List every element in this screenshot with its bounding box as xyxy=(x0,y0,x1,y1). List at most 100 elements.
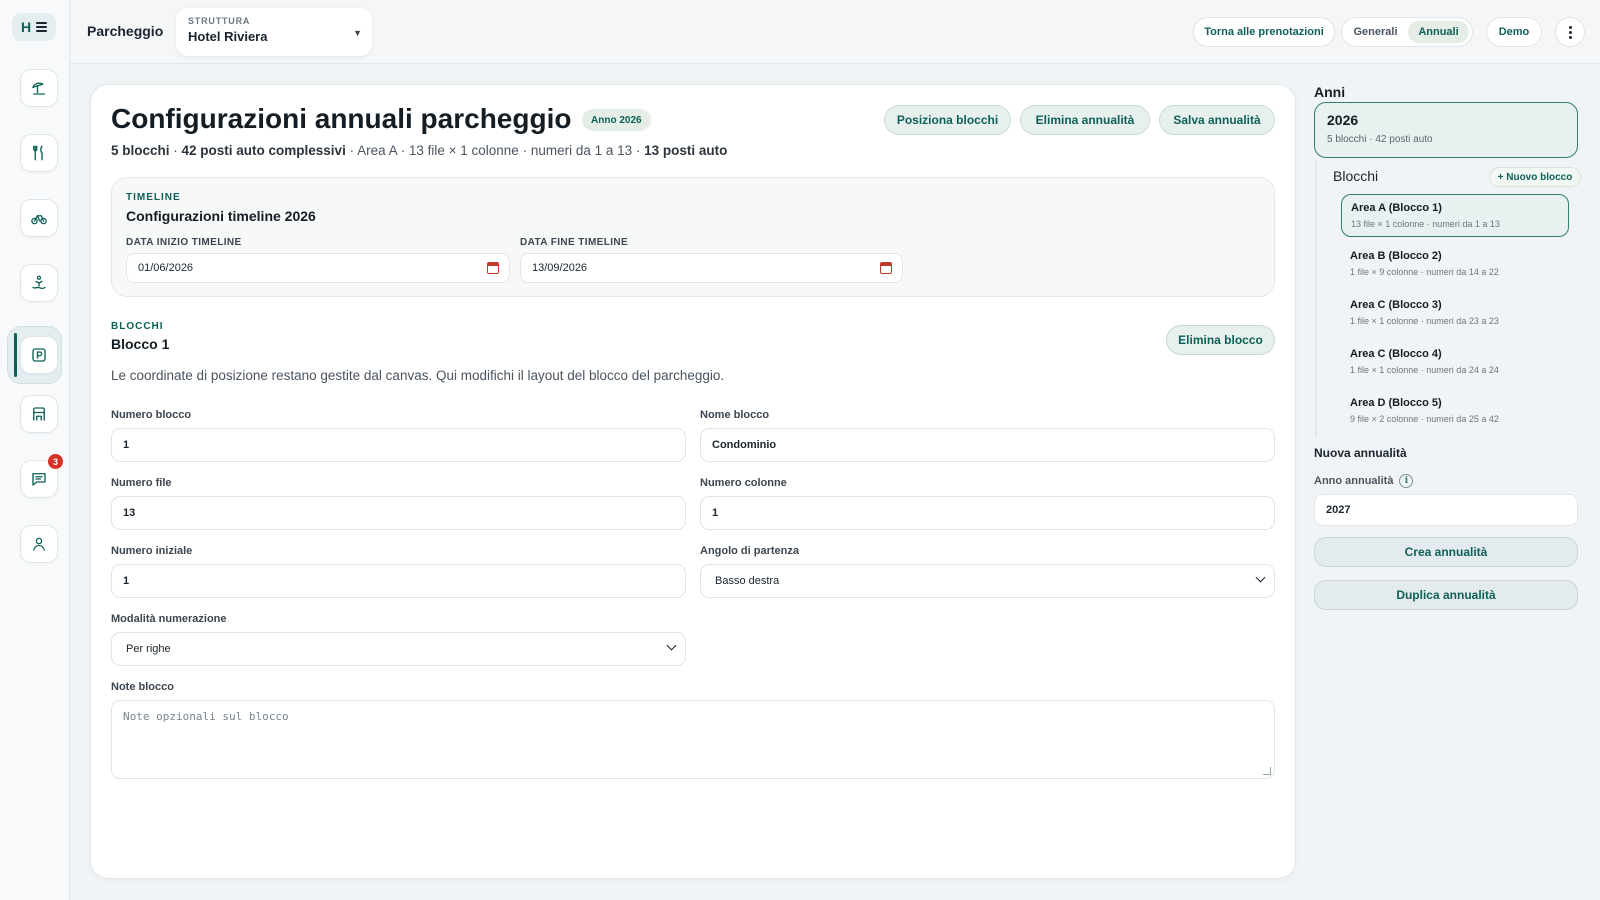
start-number-label: Numero iniziale xyxy=(111,545,193,557)
sidebar-item-profile[interactable] xyxy=(20,525,58,563)
tab-annuali[interactable]: Annuali xyxy=(1408,21,1469,43)
position-blocks-button[interactable]: Posiziona blocchi xyxy=(884,105,1011,135)
summary-detail: · Area A · 13 file × 1 colonne · numeri … xyxy=(345,143,645,158)
chat-icon xyxy=(32,473,46,486)
blocks-eyebrow: BLOCCHI xyxy=(111,321,164,332)
numbering-mode-select[interactable]: Per righe xyxy=(111,632,686,666)
block-item-name: Area C (Blocco 4) xyxy=(1350,348,1442,360)
block-item-meta: 1 file × 1 colonne · numeri da 23 a 23 xyxy=(1350,316,1499,326)
timeline-start-label: DATA INIZIO TIMELINE xyxy=(126,237,242,248)
block-item-name: Area C (Blocco 3) xyxy=(1350,299,1442,311)
columns-input[interactable]: 1 xyxy=(700,496,1275,530)
start-corner-label: Angolo di partenza xyxy=(700,545,799,557)
block-item-meta: 1 file × 9 colonne · numeri da 14 a 22 xyxy=(1350,267,1499,277)
year-card-2026[interactable]: 2026 5 blocchi · 42 posti auto xyxy=(1314,102,1578,158)
block-name-input[interactable]: Condominio xyxy=(700,428,1275,462)
block-item-meta: 13 file × 1 colonne · numeri da 1 a 13 xyxy=(1351,219,1500,229)
summary-separator: · xyxy=(169,143,182,158)
info-icon[interactable]: i xyxy=(1399,474,1414,488)
timeline-start-value: 01/06/2026 xyxy=(138,262,194,274)
logo-letter: H xyxy=(20,19,32,35)
parking-icon xyxy=(32,348,46,362)
notification-badge: 3 xyxy=(48,454,63,469)
blocks-list: Blocchi + Nuovo blocco Area A (Blocco 1)… xyxy=(1315,160,1581,436)
delete-block-button[interactable]: Elimina blocco xyxy=(1166,325,1275,355)
beach-umbrella-icon xyxy=(32,82,45,95)
restaurant-icon xyxy=(33,145,43,161)
new-block-button[interactable]: + Nuovo blocco xyxy=(1489,167,1581,187)
duplicate-year-button[interactable]: Duplica annualità xyxy=(1314,580,1578,610)
year-summary: 5 blocchi · 42 posti auto xyxy=(1327,134,1433,145)
block-item[interactable]: Area D (Blocco 5) 9 file × 2 colonne · n… xyxy=(1341,390,1569,433)
start-corner-select[interactable]: Basso destra xyxy=(700,564,1275,598)
block-description: Le coordinate di posizione restano gesti… xyxy=(111,368,725,383)
delete-year-button[interactable]: Elimina annualità xyxy=(1020,105,1150,135)
timeline-eyebrow: TIMELINE xyxy=(126,192,181,203)
demo-button[interactable]: Demo xyxy=(1486,17,1542,47)
sidebar-item-messages[interactable]: 3 xyxy=(20,454,63,498)
caret-down-icon: ▼ xyxy=(353,28,362,38)
config-summary: 5 blocchi · 42 posti auto complessivi · … xyxy=(111,143,727,158)
block-item-meta: 9 file × 2 colonne · numeri da 25 a 42 xyxy=(1350,414,1499,424)
summary-block-spots: 13 posti auto xyxy=(644,143,728,158)
store-icon xyxy=(33,407,45,421)
sidebar-item-spa[interactable] xyxy=(20,264,58,302)
sidebar: H 3 xyxy=(0,0,70,900)
sidebar-active-indicator xyxy=(14,333,17,377)
sidebar-item-restaurant[interactable] xyxy=(20,134,58,172)
tab-generali[interactable]: Generali xyxy=(1345,21,1406,43)
chevron-down-icon xyxy=(1255,572,1266,583)
block-number-label: Numero blocco xyxy=(111,409,192,421)
summary-blocks: 5 blocchi xyxy=(111,143,170,158)
calendar-icon[interactable] xyxy=(880,262,892,274)
block-name-label: Nome blocco xyxy=(700,409,770,421)
sidebar-item-beach[interactable] xyxy=(20,69,58,107)
block-notes-placeholder: Note opzionali sul blocco xyxy=(123,710,289,723)
kebab-dot-icon xyxy=(1568,35,1572,39)
block-item[interactable]: Area C (Blocco 4) 1 file × 1 colonne · n… xyxy=(1341,341,1569,384)
block-title: Blocco 1 xyxy=(111,336,170,352)
hamburger-icon xyxy=(36,22,48,32)
block-number-input[interactable]: 1 xyxy=(111,428,686,462)
rows-input[interactable]: 13 xyxy=(111,496,686,530)
create-year-button[interactable]: Crea annualità xyxy=(1314,537,1578,567)
back-to-bookings-button[interactable]: Torna alle prenotazioni xyxy=(1193,17,1335,47)
year-value: 2026 xyxy=(1327,112,1359,128)
years-title: Anni xyxy=(1314,84,1346,100)
calendar-icon[interactable] xyxy=(487,262,499,274)
block-item[interactable]: Area C (Blocco 3) 1 file × 1 colonne · n… xyxy=(1341,292,1569,335)
sidebar-item-parking[interactable] xyxy=(20,336,58,374)
timeline-end-value: 13/09/2026 xyxy=(532,262,588,274)
block-item-meta: 1 file × 1 colonne · numeri da 24 a 24 xyxy=(1350,365,1499,375)
rows-label: Numero file xyxy=(111,477,172,489)
block-item-name: Area D (Blocco 5) xyxy=(1350,397,1442,409)
block-item[interactable]: Area A (Blocco 1) 13 file × 1 colonne · … xyxy=(1341,194,1569,237)
timeline-end-input[interactable]: 13/09/2026 xyxy=(520,253,903,283)
structure-label: STRUTTURA xyxy=(188,16,251,26)
timeline-title: Configurazioni timeline 2026 xyxy=(126,208,316,224)
timeline-section: TIMELINE Configurazioni timeline 2026 DA… xyxy=(111,177,1275,297)
resize-handle-icon[interactable] xyxy=(1263,767,1271,775)
block-item-name: Area B (Blocco 2) xyxy=(1350,250,1442,262)
block-notes-textarea[interactable]: Note opzionali sul blocco xyxy=(111,700,1275,779)
new-year-label: Anno annualità xyxy=(1314,475,1394,487)
start-number-input[interactable]: 1 xyxy=(111,564,686,598)
start-corner-value: Basso destra xyxy=(715,575,780,587)
new-year-input[interactable]: 2027 xyxy=(1314,494,1578,526)
timeline-start-input[interactable]: 01/06/2026 xyxy=(126,253,510,283)
block-notes-label: Note blocco xyxy=(111,681,174,693)
numbering-mode-label: Modalità numerazione xyxy=(111,613,227,625)
structure-select[interactable]: STRUTTURA Hotel Riviera ▼ xyxy=(176,8,372,56)
kebab-dot-icon xyxy=(1568,25,1572,29)
block-item-name: Area A (Blocco 1) xyxy=(1351,202,1442,214)
new-year-title: Nuova annualità xyxy=(1314,446,1407,460)
sidebar-item-bike[interactable] xyxy=(20,199,58,237)
save-year-button[interactable]: Salva annualità xyxy=(1159,105,1275,135)
year-chip: Anno 2026 xyxy=(582,109,651,131)
sidebar-item-store[interactable] xyxy=(20,395,58,433)
more-options-button[interactable] xyxy=(1555,17,1585,47)
block-item[interactable]: Area B (Blocco 2) 1 file × 9 colonne · n… xyxy=(1341,243,1569,286)
new-year-label-row: Anno annualità i xyxy=(1314,474,1414,488)
blocks-title: Blocchi xyxy=(1333,168,1379,184)
menu-toggle-button[interactable]: H xyxy=(12,13,56,41)
